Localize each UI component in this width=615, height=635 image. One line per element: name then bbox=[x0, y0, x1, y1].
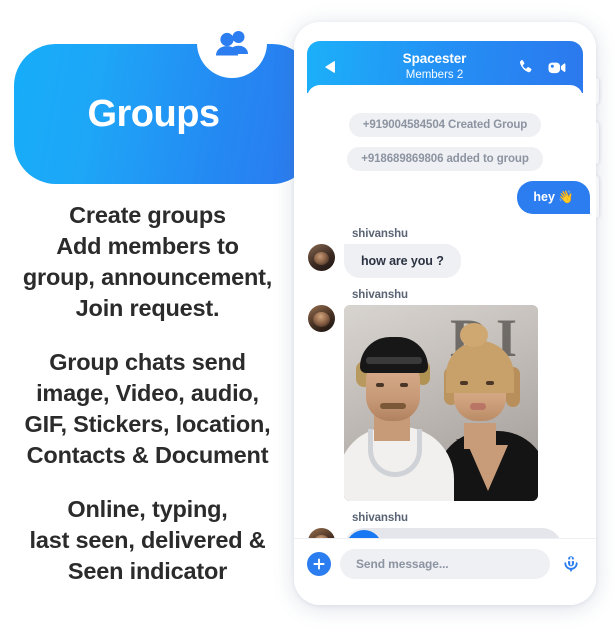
message-composer bbox=[294, 538, 596, 588]
video-camera-icon[interactable] bbox=[548, 60, 567, 75]
system-message-bubble: +919004584504 Created Group bbox=[348, 113, 542, 137]
message-input[interactable] bbox=[340, 548, 550, 579]
phone-call-icon[interactable] bbox=[518, 59, 534, 75]
system-message-row: +919004584504 Created Group bbox=[308, 113, 582, 137]
avatar[interactable] bbox=[308, 305, 335, 332]
microphone-icon[interactable] bbox=[559, 552, 583, 576]
phone-screen: Spacester Members 2 +919004584504 Create… bbox=[294, 22, 596, 605]
sender-name: shivanshu bbox=[352, 228, 408, 240]
feature-line: Online, typing, bbox=[67, 496, 228, 522]
incoming-image-body: D I b bbox=[308, 305, 582, 501]
feature-line: group, announcement, bbox=[22, 264, 273, 290]
feature-line: Add members to bbox=[56, 233, 239, 259]
system-message-bubble: +918689869806 added to group bbox=[347, 147, 543, 171]
feature-line: Group chats send bbox=[49, 349, 246, 375]
group-people-icon bbox=[197, 8, 267, 78]
avatar[interactable] bbox=[308, 244, 335, 271]
image-message[interactable]: D I b bbox=[344, 305, 538, 501]
sender-name: shivanshu bbox=[352, 289, 408, 301]
left-feature-panel: Groups Create groups Add members to grou… bbox=[0, 0, 314, 635]
photo-person-right-bun bbox=[460, 323, 488, 347]
feature-block: Group chats send image, Video, audio, GI… bbox=[0, 347, 295, 471]
incoming-message-bubble[interactable]: how are you ? bbox=[344, 244, 461, 278]
outgoing-message-row: hey 👋 bbox=[308, 181, 590, 214]
chat-title: Spacester bbox=[402, 51, 467, 67]
incoming-image-group: shivanshu D I b bbox=[308, 289, 582, 501]
feature-line: Join request. bbox=[75, 295, 220, 321]
feature-text-list: Create groups Add members to group, anno… bbox=[0, 200, 295, 587]
feature-block: Online, typing, last seen, delivered & S… bbox=[0, 494, 295, 587]
outgoing-message-bubble[interactable]: hey 👋 bbox=[517, 181, 590, 214]
chat-subtitle: Members 2 bbox=[405, 69, 464, 82]
screenshot-root: Groups Create groups Add members to grou… bbox=[0, 0, 615, 635]
chat-header-titles: Spacester Members 2 bbox=[351, 51, 518, 82]
sender-name: shivanshu bbox=[352, 512, 408, 524]
feature-line: last seen, delivered & bbox=[29, 527, 266, 553]
phone-mockup: Spacester Members 2 +919004584504 Create… bbox=[294, 22, 599, 605]
groups-banner: Groups bbox=[14, 44, 314, 184]
photo-person-left-moustache bbox=[380, 403, 406, 409]
feature-line: image, Video, audio, bbox=[36, 380, 259, 406]
plus-icon[interactable] bbox=[307, 551, 331, 576]
photo-person-right-eye bbox=[486, 381, 494, 385]
photo-person-right-neck bbox=[464, 423, 496, 449]
system-message-row: +918689869806 added to group bbox=[308, 147, 582, 171]
feature-line: Seen indicator bbox=[67, 558, 228, 584]
feature-block: Create groups Add members to group, anno… bbox=[0, 200, 295, 324]
chat-header-actions bbox=[518, 59, 583, 75]
feature-line: Contacts & Document bbox=[26, 442, 269, 468]
photo-person-right-eye bbox=[460, 381, 468, 385]
photo-person-left-cap-band bbox=[366, 357, 422, 364]
photo-person-left-eye bbox=[376, 383, 384, 387]
message-list[interactable]: +919004584504 Created Group +91868986980… bbox=[294, 101, 596, 567]
photo-person-left-eye bbox=[400, 383, 408, 387]
photo-person-right-lips bbox=[470, 403, 486, 410]
feature-line: Create groups bbox=[69, 202, 226, 228]
back-arrow-icon[interactable] bbox=[307, 60, 351, 74]
incoming-message-body: how are you ? bbox=[308, 244, 582, 278]
header-tongue-shape bbox=[307, 85, 583, 101]
incoming-message-group: shivanshu how are you ? bbox=[308, 228, 582, 278]
feature-line: GIF, Stickers, location, bbox=[24, 411, 271, 437]
